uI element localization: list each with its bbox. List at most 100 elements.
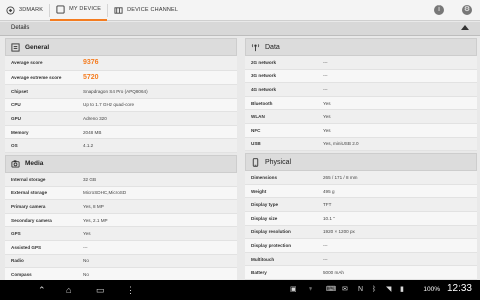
home-icon[interactable]: ⌂ [66, 284, 71, 296]
keyboard-icon: ⌨ [326, 286, 337, 293]
table-row: Primary camera Yes, 8 MP [5, 200, 237, 214]
screenshot-icon: ▣ [290, 286, 297, 293]
table-row: Chipset Snapdragon S4 Pro (APQ8064) [5, 85, 237, 99]
row-key: Memory [11, 129, 29, 135]
table-row: Radio No [5, 254, 237, 269]
top-right-actions: i ⚙ [434, 5, 472, 15]
row-value: --- [323, 73, 328, 79]
table-row: Assisted GPS --- [5, 240, 237, 255]
row-key: Display resolution [251, 229, 291, 235]
row-key: USB [251, 141, 261, 147]
section-title: Media [25, 160, 44, 168]
section-data-header: Data [245, 38, 477, 56]
details-label: Details [11, 25, 30, 31]
row-key: 4G network [251, 86, 277, 92]
row-value: 265 / 171 / 8 mm [323, 174, 358, 180]
row-key: Display protection [251, 242, 292, 248]
nfc-icon: N [358, 286, 364, 293]
row-value: Adreno 320 [83, 115, 107, 121]
settings-icon[interactable]: ⚙ [462, 5, 472, 15]
row-value: Yes [83, 231, 91, 237]
phone-icon [252, 157, 259, 167]
general-rows: Average score 9376 Average extreme score 5… [5, 56, 237, 153]
table-row: CPU Up to 1.7 GHz quad-core [5, 98, 237, 113]
row-value: Yes [323, 100, 331, 106]
media-rows: Internal storage 32 GB External storage Mi… [5, 172, 237, 280]
table-row: Display size 10.1 " [245, 211, 477, 226]
row-key: Assisted GPS [11, 244, 42, 250]
back-icon[interactable]: ⌃ [38, 284, 46, 296]
row-value: 4.1.2 [83, 143, 94, 149]
row-key: GPS [11, 231, 21, 237]
clock: 12:33 [446, 283, 472, 294]
left-column: General Average score 9376 Average extrem… [5, 36, 237, 280]
battery-percentage: 100% [423, 286, 440, 293]
section-title: General [25, 43, 50, 51]
top-tab-bar: 3DMARK MY DEVICE DEVICE CHANNEL i ⚙ [0, 0, 480, 21]
details-header[interactable]: Details [0, 22, 480, 36]
3dmark-logo-icon [6, 5, 15, 15]
tab-label: 3DMARK [19, 7, 44, 13]
camera-icon [11, 160, 20, 169]
collapse-caret-icon[interactable] [461, 25, 469, 30]
table-row: Weight 495 g [245, 184, 477, 199]
row-value: 5720 [83, 73, 99, 81]
right-column: Data 2G network --- 3G network --- 4G netw… [245, 36, 477, 280]
row-key: Radio [11, 258, 24, 264]
row-key: Chipset [11, 88, 28, 94]
row-key: Weight [251, 188, 267, 194]
row-value: No [83, 271, 89, 277]
row-key: Display size [251, 215, 278, 221]
table-row: Multitouch --- [245, 252, 477, 267]
row-key: External storage [11, 190, 47, 196]
table-row: Secondary camera Yes, 2.1 MP [5, 213, 237, 228]
row-value: 495 g [323, 188, 335, 194]
section-physical-header: Physical [245, 153, 477, 172]
row-value: --- [323, 59, 328, 65]
bluetooth-icon: ᛒ [372, 286, 377, 293]
tab-3dmark[interactable]: 3DMARK [0, 0, 49, 21]
section-media-header: Media [5, 154, 237, 173]
row-key: 3G network [251, 73, 277, 79]
row-value: 5000 mAh [323, 270, 344, 276]
row-key: Internal storage [11, 176, 46, 182]
table-row: GPS Yes [5, 227, 237, 241]
table-row: Average score 9376 [5, 56, 237, 71]
row-key: 2G network [251, 59, 277, 65]
row-key: NFC [251, 127, 261, 133]
antenna-icon [251, 43, 260, 51]
row-key: Primary camera [11, 203, 46, 209]
menu-icon[interactable]: ⋮ [126, 284, 135, 296]
row-value: 32 GB [83, 176, 97, 182]
row-key: Average score [11, 60, 43, 66]
row-value: 9376 [83, 59, 99, 67]
row-value: Yes, miniUSB 2.0 [323, 141, 359, 147]
general-icon [11, 42, 20, 52]
info-icon[interactable]: i [434, 5, 444, 15]
row-value: 2048 MB [83, 129, 102, 135]
row-key: WLAN [251, 114, 265, 120]
table-row: 4G network --- [245, 83, 477, 97]
table-row: Dimensions 265 / 171 / 8 mm [245, 171, 477, 185]
table-row: USB Yes, miniUSB 2.0 [245, 137, 477, 152]
row-value: Up to 1.7 GHz quad-core [83, 102, 135, 108]
section-title: Physical [265, 158, 292, 166]
row-value: 1920 × 1200 px [323, 229, 355, 235]
tab-device-channel[interactable]: DEVICE CHANNEL [108, 0, 184, 21]
row-value: --- [323, 256, 328, 262]
tab-my-device[interactable]: MY DEVICE [50, 0, 108, 21]
physical-rows: Dimensions 265 / 171 / 8 mm Weight 495 g D… [245, 171, 477, 280]
row-key: OS [11, 143, 18, 149]
row-key: Battery [251, 270, 267, 276]
row-value: Yes, 2.1 MP [83, 217, 108, 223]
device-channel-icon [114, 6, 123, 14]
table-row: Display resolution 1920 × 1200 px [245, 225, 477, 240]
table-row: Battery 5000 mAh [245, 266, 477, 280]
data-rows: 2G network --- 3G network --- 4G network --… [245, 56, 477, 152]
notification-icon: ✉ [342, 286, 348, 293]
table-row: Display type TFT [245, 198, 477, 212]
row-value: Yes [323, 114, 331, 120]
recent-apps-icon[interactable]: ▭ [96, 284, 105, 296]
row-value: --- [83, 244, 88, 250]
table-row: WLAN Yes [245, 110, 477, 124]
